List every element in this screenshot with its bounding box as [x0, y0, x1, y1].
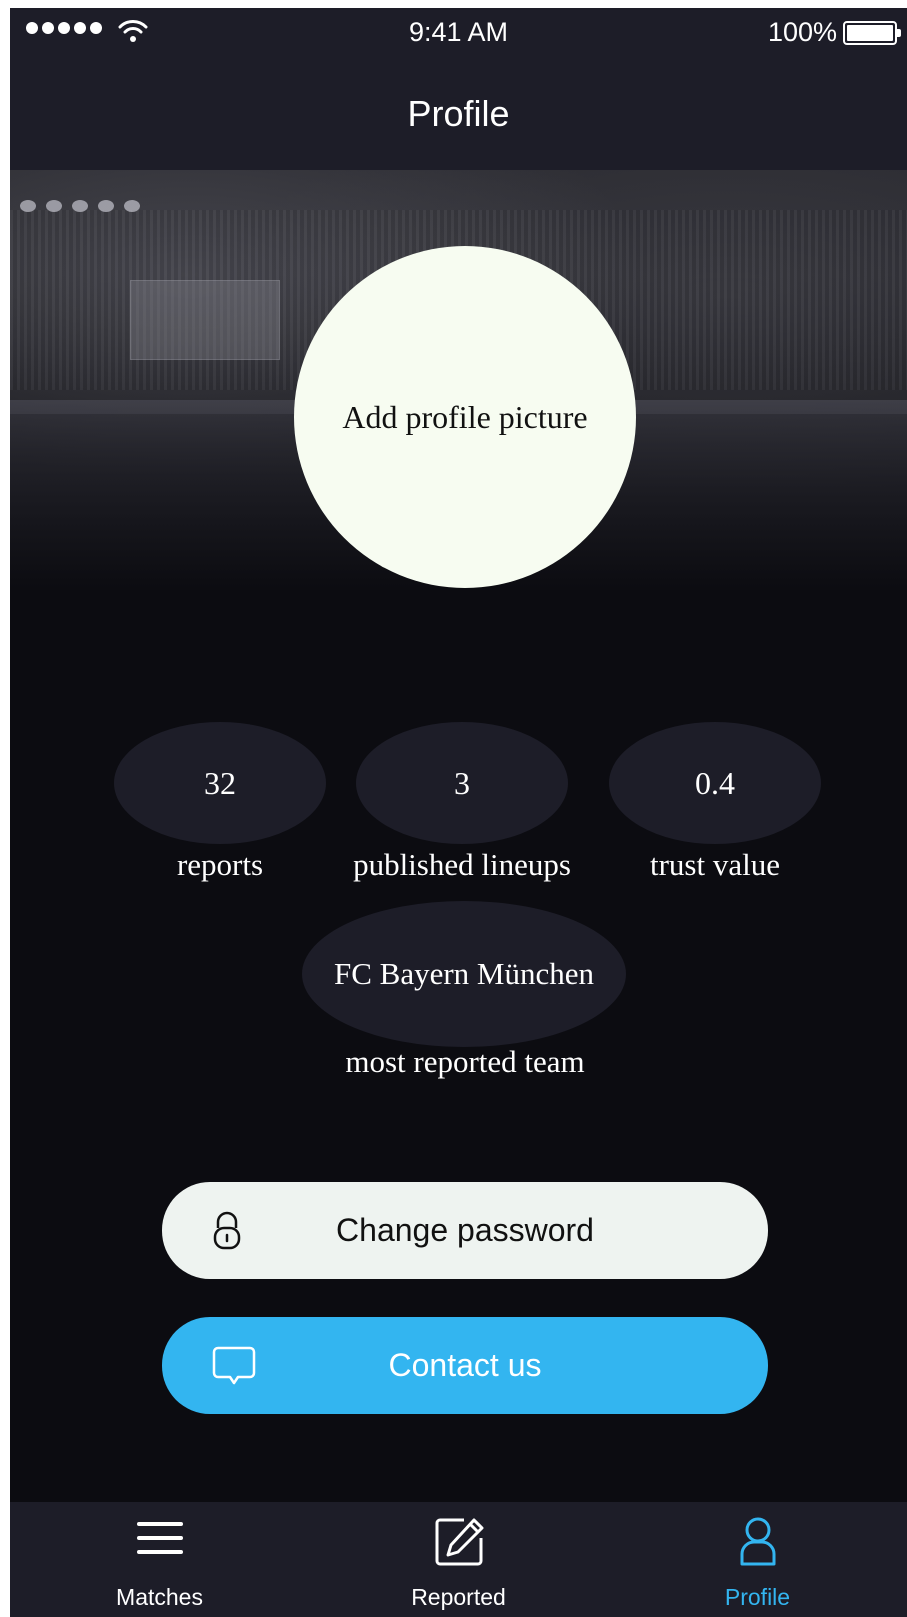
edit-icon [434, 1516, 484, 1574]
team-label: most reported team [345, 1044, 585, 1079]
chat-bubble-icon [212, 1345, 256, 1387]
stat-reports-bubble: 32 [114, 722, 326, 844]
nav-bar: Profile [10, 58, 907, 170]
tab-matches-label: Matches [116, 1584, 203, 1610]
contact-us-label: Contact us [388, 1347, 542, 1383]
menu-icon [135, 1516, 185, 1566]
phone-screen: 9:41 AM 100% Profile Add profile picture… [10, 8, 907, 1617]
status-bar: 9:41 AM 100% [10, 8, 907, 58]
tab-reported-label: Reported [411, 1584, 506, 1610]
change-password-label: Change password [336, 1212, 594, 1248]
stat-trust-label: trust value [650, 847, 780, 882]
team-bubble: FC Bayern München [302, 901, 626, 1047]
team-name: FC Bayern München [333, 956, 595, 991]
tab-profile-label: Profile [724, 1584, 791, 1610]
change-password-button[interactable]: Change password [162, 1182, 768, 1279]
tab-profile[interactable]: Profile [608, 1502, 907, 1617]
profile-icon [738, 1516, 778, 1574]
stat-reports-label: reports [176, 847, 264, 882]
battery-full-icon [843, 21, 901, 45]
tab-bar: Matches Reported Profile [10, 1502, 907, 1617]
lock-icon [212, 1211, 242, 1251]
add-profile-picture-button[interactable]: Add profile picture [294, 246, 636, 588]
page-title: Profile [407, 93, 510, 134]
stat-lineups-value: 3 [454, 764, 470, 801]
stat-lineups-bubble: 3 [356, 722, 568, 844]
stat-trust-bubble: 0.4 [609, 722, 821, 844]
contact-us-button[interactable]: Contact us [162, 1317, 768, 1414]
tab-matches[interactable]: Matches [10, 1502, 309, 1617]
stat-trust-value: 0.4 [695, 764, 735, 801]
battery-percentage: 100% [767, 17, 837, 47]
stat-reports-value: 32 [204, 764, 236, 801]
stat-lineups-label: published lineups [353, 847, 571, 882]
avatar-label: Add profile picture [342, 398, 588, 435]
tab-reported[interactable]: Reported [309, 1502, 608, 1617]
